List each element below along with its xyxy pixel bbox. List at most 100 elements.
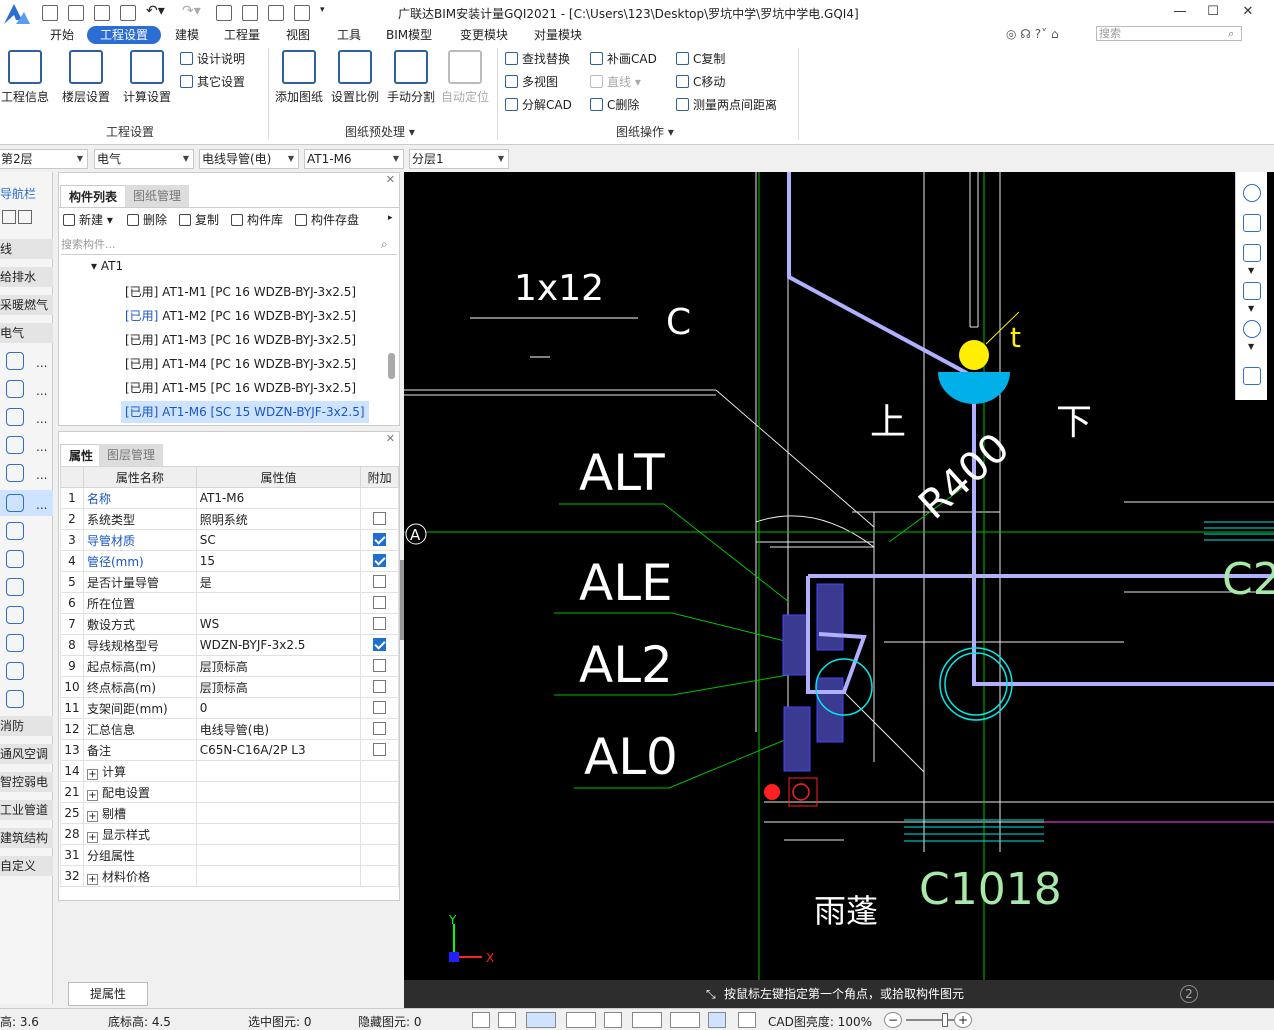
layout-icon[interactable] [294,5,310,21]
menu-bim-model[interactable]: BIM模型 [386,26,432,44]
search-icon[interactable]: ⌕ [1228,27,1234,41]
nav-item-fire[interactable]: 消防 [0,716,53,736]
property-value[interactable]: 层顶标高 [195,676,362,698]
property-value[interactable] [195,865,362,887]
property-row[interactable]: 4 管径(mm) 15 [60,550,399,572]
rotate-icon[interactable] [1243,320,1261,338]
conduit-icon[interactable] [6,494,24,512]
nav-list-icon[interactable] [2,210,16,224]
redo-icon[interactable]: ↷▾ [182,3,201,19]
save-icon[interactable] [68,5,84,21]
list-scrollbar[interactable] [388,353,395,379]
new-file-icon[interactable] [42,5,58,21]
expand-icon[interactable]: + [86,831,98,843]
property-value[interactable] [195,592,362,614]
extract-properties-button[interactable]: 提属性 [68,982,148,1006]
sum-icon[interactable] [216,5,232,21]
menu-change-module[interactable]: 变更模块 [460,26,508,44]
find-replace-button[interactable]: 查找替换 [505,50,570,68]
other-settings-button[interactable]: 其它设置 [180,73,245,91]
tree-item-at1-m4[interactable]: [已用] AT1-M4 [PC 16 WDZB-BYJ-3x2.5] [121,353,360,375]
property-value[interactable] [195,760,362,782]
attach-checkbox[interactable] [373,659,387,672]
undo-icon[interactable]: ↶▾ [146,3,165,19]
menu-reconcile-module[interactable]: 对量模块 [534,26,582,44]
nav-more[interactable]: ... [36,356,47,370]
delete-button[interactable]: 删除 [127,211,167,228]
nav-item-line[interactable]: 线 [0,239,53,259]
property-value[interactable] [195,802,362,824]
property-row[interactable]: 31 分组属性 [60,844,399,866]
nav-more[interactable]: ... [36,384,47,398]
report-icon[interactable] [268,5,284,21]
property-row[interactable]: 3 导管材质 SC [60,529,399,551]
bridge-icon[interactable] [6,464,24,482]
component-type-select[interactable]: 电线导管(电) ▼ [199,149,299,169]
attach-checkbox[interactable] [373,575,387,588]
floor-select[interactable]: 第2层 ▼ [0,149,88,169]
select-mode-icon[interactable] [526,1012,556,1028]
attach-checkbox[interactable] [373,722,387,735]
project-info-button[interactable]: 工程信息 [0,44,54,105]
attach-checkbox[interactable] [373,638,387,651]
component-search-input[interactable]: 搜索构件... [61,235,397,255]
design-notes-button[interactable]: 设计说明 [180,50,245,68]
property-row[interactable]: 12 汇总信息 电线导管(电) [60,718,399,740]
view-list-icon[interactable] [1243,367,1261,385]
measure-distance-button[interactable]: 测量两点间距离 [676,96,777,114]
lamp-icon[interactable] [6,352,24,370]
view-dropdown-icon[interactable]: ▼ [1248,342,1254,351]
property-value[interactable] [195,781,362,803]
view-dropdown-icon[interactable]: ▼ [1248,304,1254,313]
tab-layer-management[interactable]: 图层管理 [99,444,164,466]
draw-cad-button[interactable]: 补画CAD [590,50,657,68]
toolbar-more-icon[interactable]: ▸ [388,213,393,223]
grid-snap-icon[interactable] [472,1012,490,1028]
3d-view-icon[interactable] [1243,214,1261,232]
nav-more[interactable]: ... [36,468,47,482]
tree-item-at1-m2[interactable]: [已用] AT1-M2 [PC 16 WDZB-BYJ-3x2.5] [121,305,360,327]
menu-modeling[interactable]: 建模 [175,26,199,44]
close-icon[interactable]: ✕ [1238,4,1258,22]
property-value[interactable]: C65N-C16A/2P L3 [195,739,362,761]
calc-settings-button[interactable]: 计算设置 [118,44,176,105]
panel-close-icon[interactable]: ✕ [386,173,395,186]
orbit-icon[interactable] [1243,184,1261,202]
expand-icon[interactable]: + [86,789,98,801]
angle-icon[interactable] [632,1012,662,1028]
tab-component-list[interactable]: 构件列表 [60,185,127,207]
property-value[interactable]: 照明系统 [195,508,362,530]
nav-item-water[interactable]: 给排水 [0,267,53,287]
cad-copy-button[interactable]: C复制 [676,50,725,68]
line-button[interactable]: 直线 ▾ [590,73,641,91]
cube-view-icon[interactable] [1243,282,1261,300]
expand-icon[interactable]: + [86,768,98,780]
nav-edit-icon[interactable] [18,210,32,224]
property-row[interactable]: 7 敷设方式 WS [60,613,399,635]
nav-item-industrial-pipe[interactable]: 工业管道 [0,800,53,820]
attach-checkbox[interactable] [373,680,387,693]
cable-icon[interactable] [6,522,24,540]
property-value[interactable] [195,823,362,845]
tree-item-at1-m5[interactable]: [已用] AT1-M5 [PC 16 WDZB-BYJ-3x2.5] [121,377,360,399]
property-row[interactable]: 14 + 计算 [60,760,399,782]
snap-plus-icon[interactable] [670,1012,700,1028]
expand-icon[interactable]: + [86,873,98,885]
property-value[interactable]: 0 [195,697,362,719]
ortho-icon[interactable] [498,1012,516,1028]
property-value[interactable]: WDZN-BYJF-3x2.5 [195,634,362,656]
brightness-slider-thumb[interactable] [942,1013,948,1027]
top-view-icon[interactable] [1243,244,1261,262]
property-value[interactable]: AT1-M6 [195,487,362,509]
menu-start[interactable]: 开始 [50,26,74,44]
menu-project-settings[interactable]: 工程设置 [87,26,161,44]
panel-close-icon[interactable]: ✕ [386,432,395,445]
polyline-icon[interactable] [738,1012,756,1028]
property-value[interactable]: 是 [195,571,362,593]
property-row[interactable]: 13 备注 C65N-C16A/2P L3 [60,739,399,761]
attach-checkbox[interactable] [373,512,387,525]
zoom-out-icon[interactable]: − [884,1012,902,1028]
zoom-in-icon[interactable]: + [954,1012,972,1028]
grid-icon[interactable] [242,5,258,21]
property-row[interactable]: 9 起点标高(m) 层顶标高 [60,655,399,677]
